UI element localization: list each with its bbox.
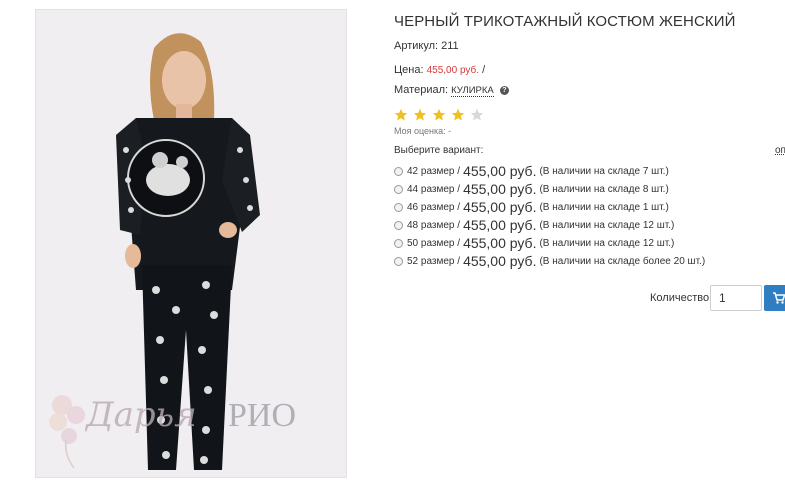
variant-radio[interactable]: [394, 184, 403, 194]
more-link[interactable]: оп: [775, 145, 785, 156]
variant-size: 48 размер: [407, 219, 455, 231]
material-row: Материал: КУЛИРКА ?: [394, 84, 509, 97]
variant-option[interactable]: 46 размер / 455,00 руб. (В наличии на ск…: [394, 198, 705, 216]
brand-watermark: Дарья РИО: [36, 380, 336, 460]
star-icon[interactable]: [432, 108, 446, 122]
material-link[interactable]: КУЛИРКА: [451, 85, 494, 97]
article-value: 211: [441, 40, 459, 52]
star-icon[interactable]: [451, 108, 465, 122]
price-separator: /: [482, 64, 486, 76]
variant-price: 455,00 руб.: [463, 217, 537, 233]
question-circle-icon[interactable]: ?: [499, 86, 509, 95]
variant-separator: /: [457, 219, 461, 231]
variant-separator: /: [457, 201, 461, 213]
brand-logo: Дарья РИО: [84, 395, 296, 435]
variant-stock: (В наличии на складе 12 шт.): [539, 219, 675, 231]
product-title: ЧЕРНЫЙ ТРИКОТАЖНЫЙ КОСТЮМ ЖЕНСКИЙ: [394, 13, 736, 30]
article-row: Артикул: 211: [394, 40, 459, 52]
variant-size: 52 размер: [407, 255, 455, 267]
price-label: Цена:: [394, 64, 424, 76]
variant-option[interactable]: 52 размер / 455,00 руб. (В наличии на ск…: [394, 252, 705, 270]
variant-option[interactable]: 42 размер / 455,00 руб. (В наличии на ск…: [394, 162, 705, 180]
price-row: Цена: 455,00 руб. /: [394, 64, 485, 76]
variant-separator: /: [457, 237, 461, 249]
variant-price: 455,00 руб.: [463, 199, 537, 215]
variant-price: 455,00 руб.: [463, 163, 537, 179]
quantity-label: Количество: [650, 292, 710, 304]
variant-stock: (В наличии на складе 7 шт.): [539, 165, 669, 177]
price-value: 455,00 руб.: [426, 65, 480, 76]
choose-variant-label: Выберите вариант:: [394, 145, 484, 156]
svg-text:Дарья: Дарья: [84, 395, 197, 435]
variant-price: 455,00 руб.: [463, 253, 537, 269]
my-rating: Моя оценка: -: [394, 126, 452, 136]
variant-price: 455,00 руб.: [463, 235, 537, 251]
variant-size: 46 размер: [407, 201, 455, 213]
add-to-cart-button[interactable]: [764, 285, 785, 311]
rating-stars[interactable]: [394, 108, 484, 122]
variant-radio[interactable]: [394, 202, 403, 212]
variant-list: 42 размер / 455,00 руб. (В наличии на ск…: [394, 162, 705, 270]
variant-separator: /: [457, 255, 461, 267]
variant-radio[interactable]: [394, 166, 403, 176]
variant-option[interactable]: 44 размер / 455,00 руб. (В наличии на ск…: [394, 180, 705, 198]
variant-size: 50 размер: [407, 237, 455, 249]
article-label: Артикул:: [394, 40, 439, 52]
material-label: Материал:: [394, 84, 449, 96]
star-icon[interactable]: [470, 108, 484, 122]
variant-stock: (В наличии на складе 1 шт.): [539, 201, 669, 213]
variant-stock: (В наличии на складе более 20 шт.): [539, 255, 706, 267]
variant-price: 455,00 руб.: [463, 181, 537, 197]
variant-option[interactable]: 48 размер / 455,00 руб. (В наличии на ск…: [394, 216, 705, 234]
star-icon[interactable]: [413, 108, 427, 122]
product-image[interactable]: Дарья РИО: [35, 9, 347, 478]
variant-separator: /: [457, 165, 461, 177]
variant-option[interactable]: 50 размер / 455,00 руб. (В наличии на ск…: [394, 234, 705, 252]
variant-radio[interactable]: [394, 256, 403, 266]
star-icon[interactable]: [394, 108, 408, 122]
variant-radio[interactable]: [394, 220, 403, 230]
cart-icon: [773, 292, 785, 304]
variant-stock: (В наличии на складе 8 шт.): [539, 183, 669, 195]
variant-size: 44 размер: [407, 183, 455, 195]
variant-separator: /: [457, 183, 461, 195]
product-info: ЧЕРНЫЙ ТРИКОТАЖНЫЙ КОСТЮМ ЖЕНСКИЙ Артику…: [394, 0, 785, 480]
variant-radio[interactable]: [394, 238, 403, 248]
variant-size: 42 размер: [407, 165, 455, 177]
quantity-input[interactable]: [710, 285, 762, 311]
svg-text:РИО: РИО: [228, 397, 296, 434]
variant-stock: (В наличии на складе 12 шт.): [539, 237, 675, 249]
